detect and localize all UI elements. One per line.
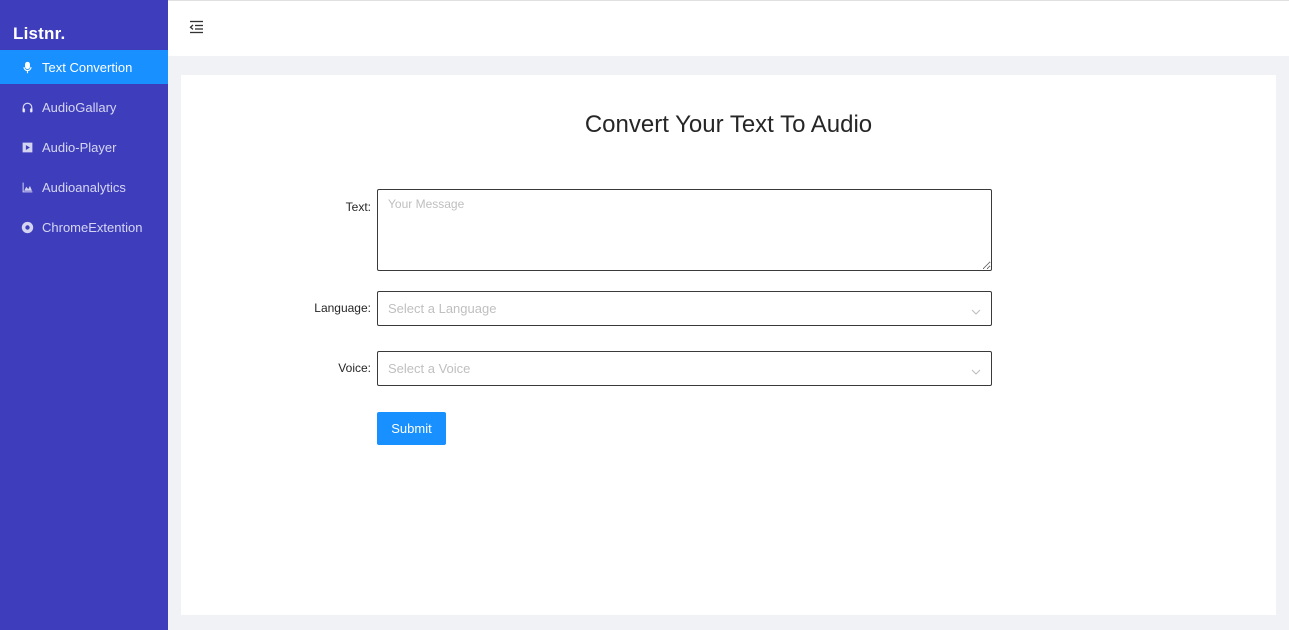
sidebar-item-text-convertion[interactable]: Text Convertion <box>0 50 168 84</box>
sidebar-item-chrome-extention[interactable]: ChromeExtention <box>0 210 168 244</box>
sidebar-item-label: Audio-Player <box>42 139 117 155</box>
language-form-row: Language: Select a Language <box>181 291 1276 326</box>
sidebar-item-audio-player[interactable]: Audio-Player <box>0 130 168 164</box>
voice-select[interactable]: Select a Voice <box>377 351 992 386</box>
language-select-placeholder: Select a Language <box>388 301 497 316</box>
sidebar-menu: Text Convertion AudioGallary Audio-Playe… <box>0 50 168 244</box>
message-textarea[interactable] <box>377 189 992 271</box>
submit-button[interactable]: Submit <box>377 412 446 445</box>
sidebar: Listnr. Text Convertion AudioGallary Aud… <box>0 0 168 630</box>
text-label: Text: <box>345 200 371 214</box>
headphones-icon <box>20 100 34 114</box>
page-title: Convert Your Text To Audio <box>584 111 873 138</box>
text-form-row: Text: <box>181 189 1276 271</box>
sidebar-item-label: Text Convertion <box>42 59 133 75</box>
chevron-down-icon <box>971 364 981 375</box>
chevron-down-icon <box>971 304 981 315</box>
play-square-icon <box>20 140 34 154</box>
voice-label: Voice: <box>338 361 371 375</box>
sidebar-item-label: AudioGallary <box>42 99 117 115</box>
language-select[interactable]: Select a Language <box>377 291 992 326</box>
voice-select-placeholder: Select a Voice <box>388 361 471 376</box>
menu-fold-icon <box>189 20 203 34</box>
language-label: Language: <box>314 301 371 315</box>
microphone-icon <box>20 60 34 74</box>
sidebar-item-label: Audioanalytics <box>42 179 126 195</box>
app-logo: Listnr. <box>13 24 66 43</box>
sidebar-item-audioanalytics[interactable]: Audioanalytics <box>0 170 168 204</box>
sidebar-item-audio-gallary[interactable]: AudioGallary <box>0 90 168 124</box>
chrome-icon <box>20 220 34 234</box>
menu-fold-button[interactable] <box>188 19 204 35</box>
top-header <box>168 0 1289 56</box>
area-chart-icon <box>20 180 34 194</box>
main-content: Convert Your Text To Audio Text: Languag… <box>181 75 1276 615</box>
sidebar-item-label: ChromeExtention <box>42 219 143 235</box>
voice-form-row: Voice: Select a Voice <box>181 351 1276 386</box>
